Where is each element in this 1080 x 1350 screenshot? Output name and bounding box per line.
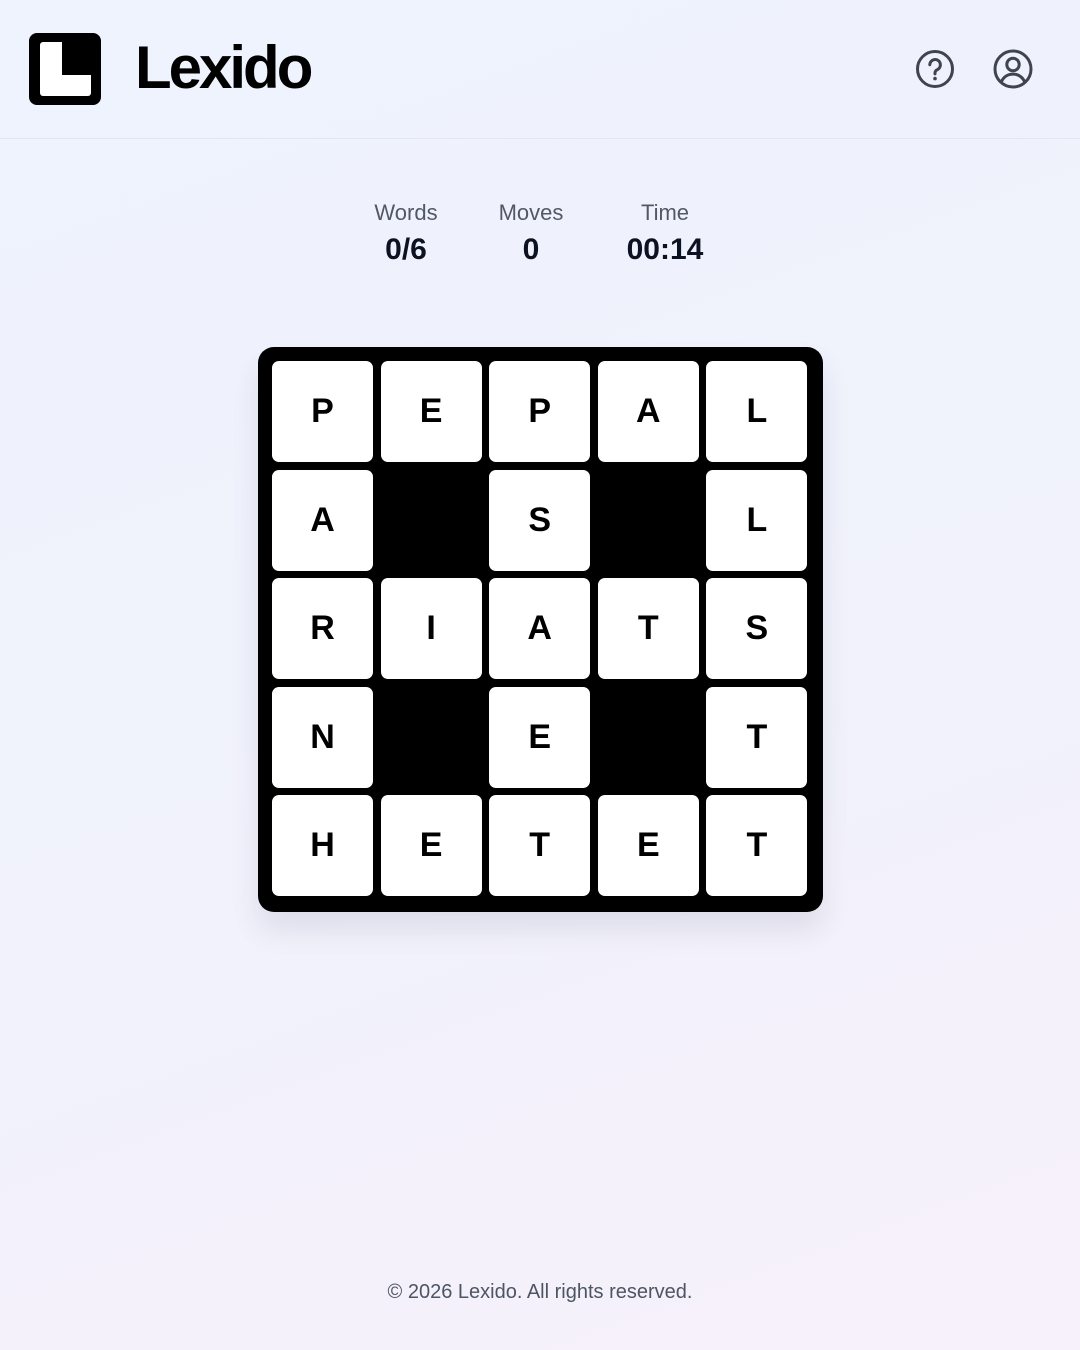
app-title: Lexido xyxy=(135,34,313,101)
letter-tile[interactable]: S xyxy=(489,469,591,571)
letter-tile[interactable]: E xyxy=(489,686,591,788)
stat-moves-label: Moves xyxy=(498,200,564,225)
stat-words-label: Words xyxy=(374,200,438,225)
stat-moves: Moves 0 xyxy=(461,198,601,272)
letter-tile[interactable]: R xyxy=(272,578,373,680)
letter-tile[interactable]: P xyxy=(489,361,591,462)
letter-tile[interactable]: T xyxy=(706,686,808,788)
letter-tile[interactable]: E xyxy=(597,795,699,897)
help-circle-icon xyxy=(916,50,954,88)
stat-time: Time 00:14 xyxy=(595,198,735,272)
letter-tile[interactable]: T xyxy=(706,795,808,897)
letter-tile[interactable]: H xyxy=(272,795,373,897)
logo-icon xyxy=(29,33,101,105)
letter-tile[interactable]: N xyxy=(272,686,373,788)
letter-tile[interactable]: S xyxy=(706,578,808,680)
letter-tile[interactable]: A xyxy=(272,469,373,571)
user-circle-icon xyxy=(993,49,1033,89)
account-button[interactable] xyxy=(992,48,1034,90)
stat-time-value: 00:14 xyxy=(626,233,704,266)
stats-bar: Words 0/6 Moves 0 Time 00:14 xyxy=(0,198,1080,278)
letter-tile[interactable]: E xyxy=(380,795,482,897)
letter-tile[interactable]: L xyxy=(706,361,808,462)
letter-tile[interactable]: A xyxy=(597,361,699,462)
letter-tile[interactable]: I xyxy=(380,578,482,680)
help-button[interactable] xyxy=(914,48,956,90)
letter-tile[interactable]: L xyxy=(706,469,808,571)
stat-moves-value: 0 xyxy=(522,233,540,266)
letter-tile[interactable]: T xyxy=(597,578,699,680)
stat-words: Words 0/6 xyxy=(336,198,476,272)
app-header: Lexido xyxy=(0,0,1080,139)
letter-tile[interactable]: P xyxy=(272,361,373,462)
letter-tile[interactable]: E xyxy=(380,361,482,462)
stat-time-label: Time xyxy=(640,200,690,225)
game-board: PEPALASLRIATSNETHETET xyxy=(258,347,823,912)
letter-tile[interactable]: T xyxy=(489,795,591,897)
letter-tile[interactable]: A xyxy=(489,578,591,680)
stat-words-value: 0/6 xyxy=(385,233,427,266)
footer-copyright: © 2026 Lexido. All rights reserved. xyxy=(387,1281,693,1303)
